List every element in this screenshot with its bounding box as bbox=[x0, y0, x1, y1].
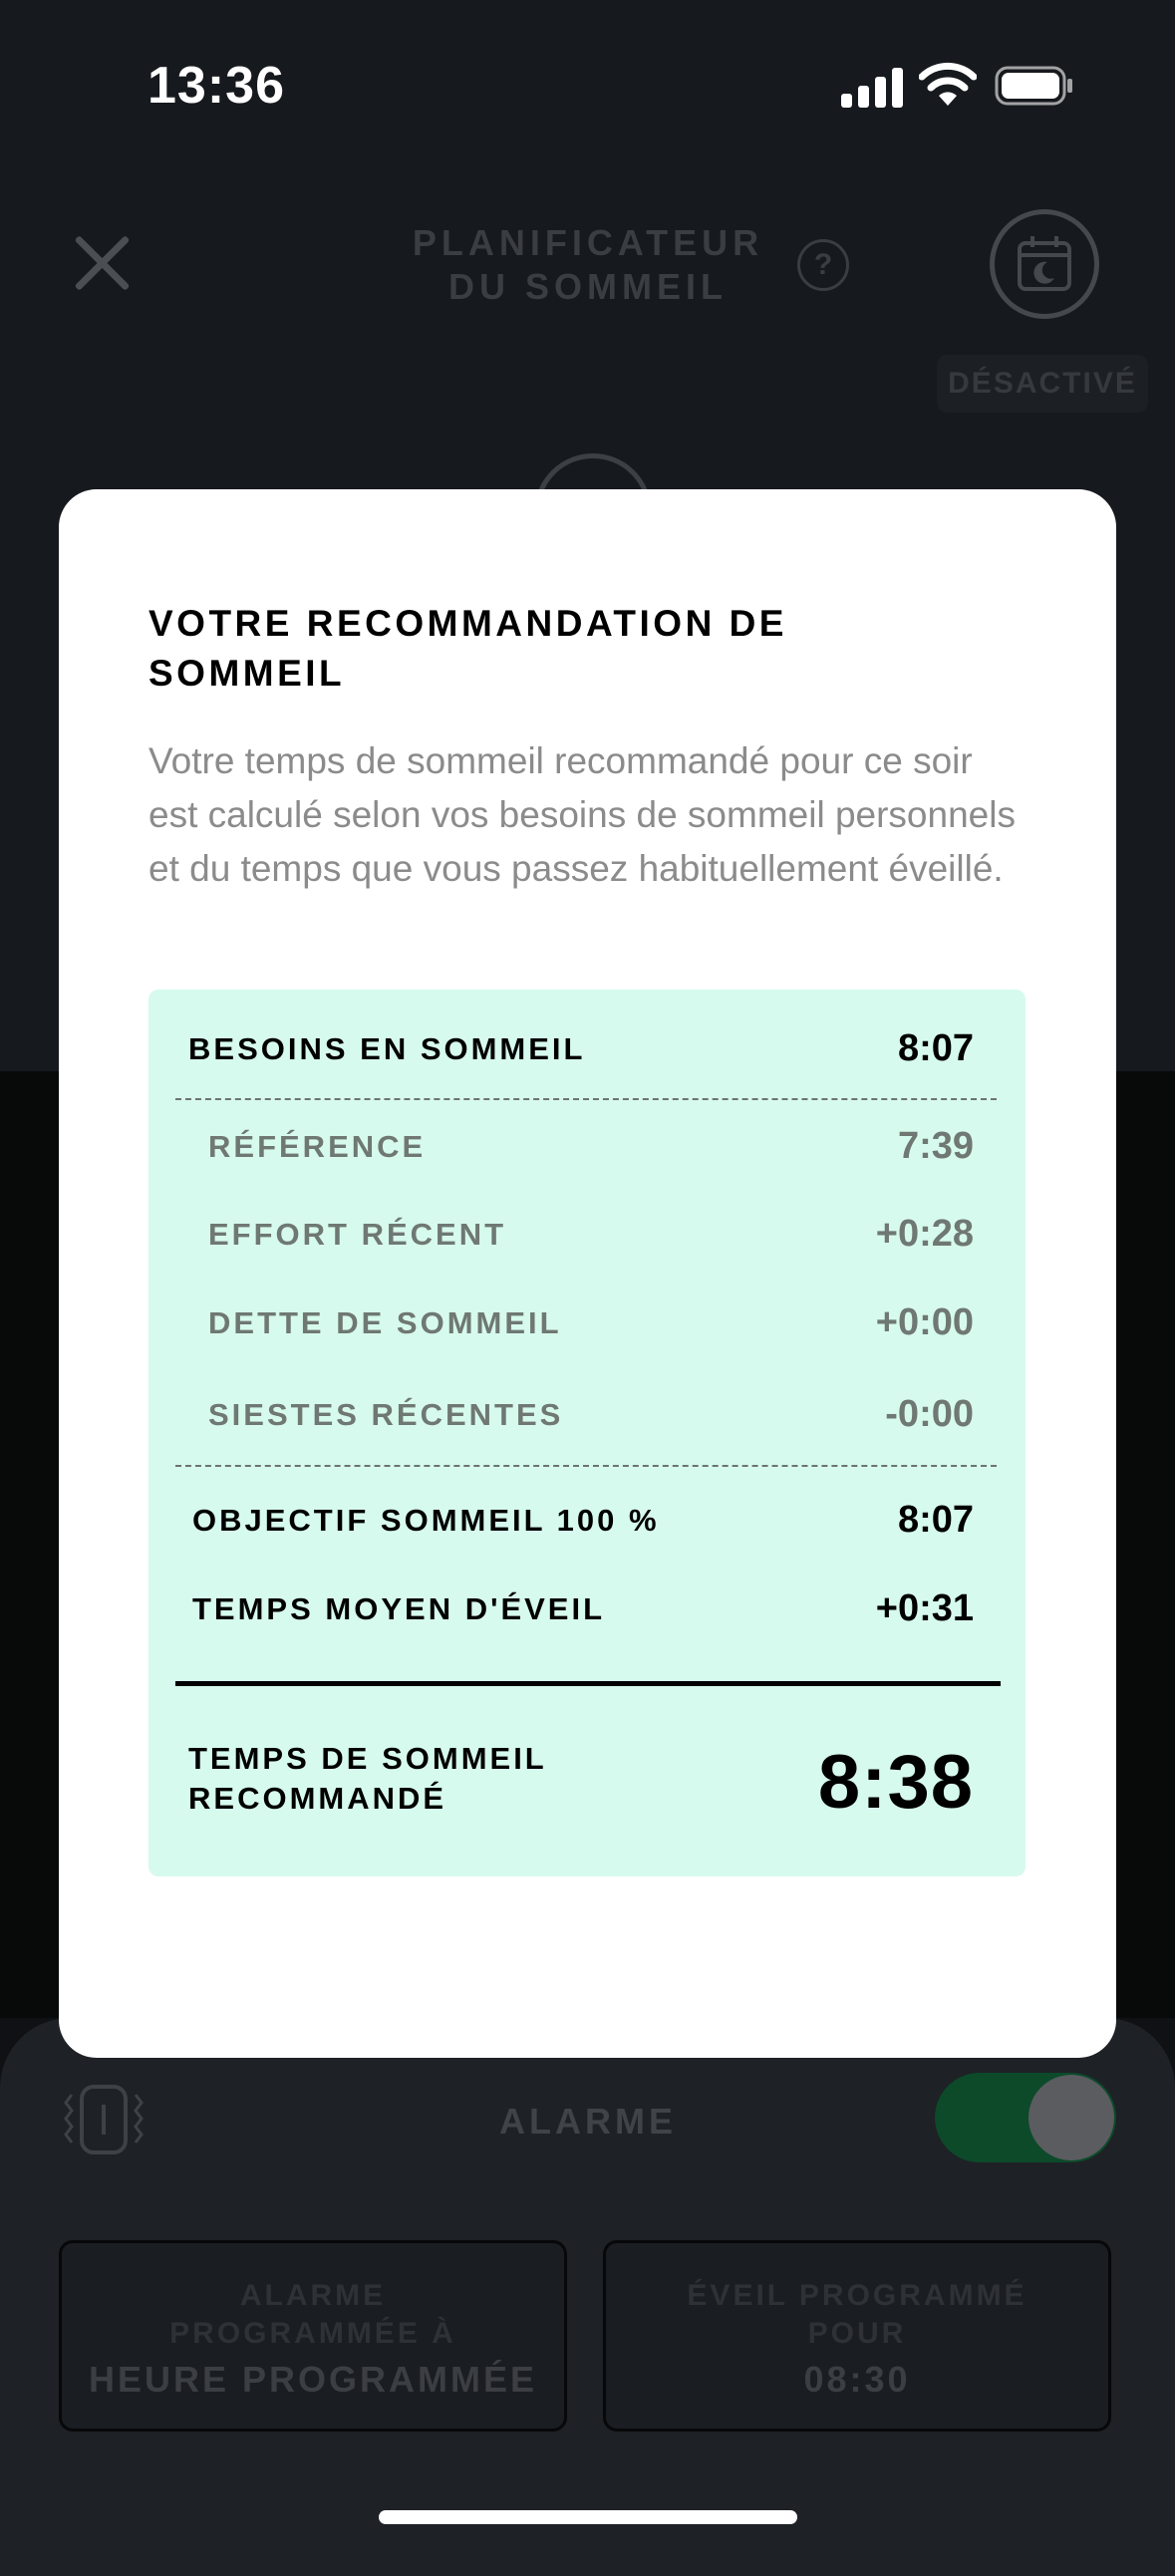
breakdown-value: -0:00 bbox=[885, 1393, 974, 1435]
divider-solid bbox=[175, 1681, 1001, 1686]
avg-awake-value: +0:31 bbox=[875, 1587, 974, 1629]
calendar-moon-icon bbox=[1018, 236, 1071, 291]
alarm-label: ALARME bbox=[499, 2101, 677, 2142]
toggle-knob bbox=[1028, 2075, 1114, 2160]
breakdown-label: DETTE DE SOMMEIL bbox=[208, 1305, 562, 1340]
cellular-signal-icon bbox=[841, 66, 903, 108]
alarm-card-value: HEURE PROGRAMMÉE bbox=[88, 2359, 538, 2400]
modal-title: VOTRE RECOMMANDATION DE SOMMEIL bbox=[148, 603, 787, 694]
haptic-watch-icon bbox=[58, 2081, 149, 2158]
breakdown-label: SIESTES RÉCENTES bbox=[208, 1397, 564, 1432]
breakdown-value: +0:28 bbox=[875, 1213, 974, 1255]
sleep-needs-value: 8:07 bbox=[897, 1027, 974, 1069]
recommended-sleep-label: TEMPS DE SOMMEIL RECOMMANDÉ bbox=[188, 1739, 687, 1819]
calendar-moon-button[interactable] bbox=[990, 209, 1099, 319]
sleep-breakdown-table: BESOINS EN SOMMEIL 8:07 RÉFÉRENCE 7:39 E… bbox=[148, 990, 1026, 1876]
status-bar-time: 13:36 bbox=[147, 57, 285, 115]
sleep-goal-value: 8:07 bbox=[897, 1499, 974, 1541]
alarm-time-card[interactable]: ALARME PROGRAMMÉE À HEURE PROGRAMMÉE bbox=[59, 2240, 567, 2432]
home-indicator[interactable] bbox=[379, 2510, 797, 2524]
recommended-sleep-label-line1: TEMPS DE SOMMEIL bbox=[188, 1741, 547, 1776]
status-badge: DÉSACTIVÉ bbox=[937, 355, 1148, 413]
recommended-sleep-value: 8:38 bbox=[817, 1740, 974, 1825]
close-icon[interactable] bbox=[70, 231, 134, 295]
breakdown-label: RÉFÉRENCE bbox=[208, 1129, 427, 1164]
breakdown-value: 7:39 bbox=[897, 1125, 974, 1167]
wake-time-card[interactable]: ÉVEIL PROGRAMMÉ POUR 08:30 bbox=[603, 2240, 1111, 2432]
breakdown-label: EFFORT RÉCENT bbox=[208, 1217, 507, 1252]
recommended-sleep-label-line2: RECOMMANDÉ bbox=[188, 1781, 447, 1816]
page-title-line2: DU SOMMEIL bbox=[448, 266, 728, 307]
page-title-line1: PLANIFICATEUR bbox=[412, 222, 764, 263]
wake-card-value: 08:30 bbox=[803, 2359, 911, 2400]
divider-dashed bbox=[175, 1465, 997, 1467]
sleep-goal-label: OBJECTIF SOMMEIL 100 % bbox=[192, 1503, 660, 1538]
alarm-card-line1: ALARME bbox=[239, 2279, 387, 2312]
breakdown-value: +0:00 bbox=[875, 1301, 974, 1343]
alarm-card-line2: PROGRAMMÉE À bbox=[169, 2317, 456, 2350]
modal-description: Votre temps de sommeil recommandé pour c… bbox=[148, 740, 1016, 889]
avg-awake-label: TEMPS MOYEN D'ÉVEIL bbox=[192, 1591, 606, 1626]
sleep-needs-label: BESOINS EN SOMMEIL bbox=[188, 1031, 586, 1066]
wifi-icon bbox=[918, 62, 978, 108]
page-title: PLANIFICATEUR DU SOMMEIL bbox=[379, 221, 797, 309]
divider-dashed bbox=[175, 1098, 997, 1100]
wake-card-line1: ÉVEIL PROGRAMMÉ bbox=[687, 2279, 1028, 2312]
help-icon[interactable]: ? bbox=[797, 239, 849, 291]
alarm-toggle[interactable] bbox=[935, 2073, 1116, 2162]
sleep-recommendation-modal: VOTRE RECOMMANDATION DE SOMMEIL Votre te… bbox=[59, 489, 1116, 2058]
wake-card-line2: POUR bbox=[807, 2317, 907, 2350]
battery-icon bbox=[995, 66, 1074, 106]
